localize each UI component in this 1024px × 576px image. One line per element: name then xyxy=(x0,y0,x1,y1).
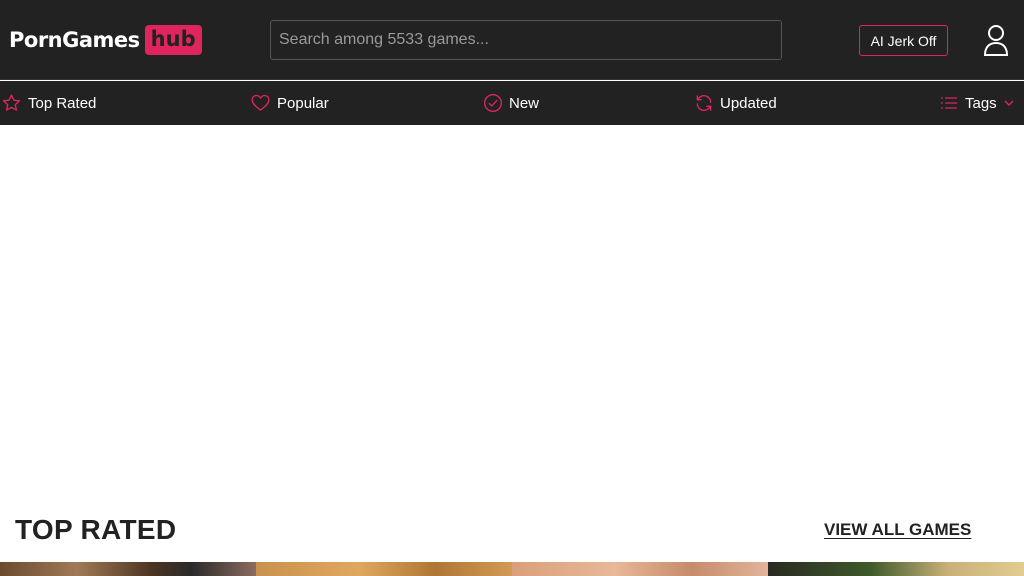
nav-label: Updated xyxy=(720,94,777,112)
search-input[interactable] xyxy=(270,20,782,60)
list-icon xyxy=(940,97,958,109)
category-nav: Top Rated Popular New Updated Tags xyxy=(0,81,1024,125)
nav-new[interactable]: New xyxy=(483,81,539,125)
site-logo[interactable]: PornGames hub xyxy=(9,22,202,57)
nav-top-rated[interactable]: Top Rated xyxy=(1,81,96,125)
nav-label: New xyxy=(509,94,540,112)
game-thumbnail[interactable] xyxy=(0,562,256,576)
nav-updated[interactable]: Updated xyxy=(694,81,777,125)
nav-tags[interactable]: Tags xyxy=(939,81,1015,125)
site-header: PornGames hub AI Jerk Off xyxy=(0,0,1024,80)
refresh-icon xyxy=(696,94,712,112)
logo-text: PornGames xyxy=(9,27,140,52)
game-thumbnails xyxy=(0,562,1024,576)
main-content xyxy=(0,125,1024,576)
nav-label: Tags xyxy=(965,94,997,112)
nav-popular[interactable]: Popular xyxy=(250,81,329,125)
game-thumbnail[interactable] xyxy=(768,562,1024,576)
game-thumbnail[interactable] xyxy=(512,562,768,576)
nav-label: Popular xyxy=(277,94,329,112)
chevron-down-icon xyxy=(1004,100,1014,106)
user-icon[interactable] xyxy=(982,24,1010,56)
game-thumbnail[interactable] xyxy=(256,562,512,576)
star-icon xyxy=(2,94,21,111)
heart-icon xyxy=(251,94,270,111)
nav-label: Top Rated xyxy=(28,94,97,112)
view-all-games-link[interactable]: VIEW ALL GAMES xyxy=(824,520,971,540)
ai-jerk-off-button[interactable]: AI Jerk Off xyxy=(859,25,948,56)
logo-badge: hub xyxy=(144,24,202,55)
check-circle-icon xyxy=(484,94,502,112)
section-title: TOP RATED xyxy=(15,514,177,545)
